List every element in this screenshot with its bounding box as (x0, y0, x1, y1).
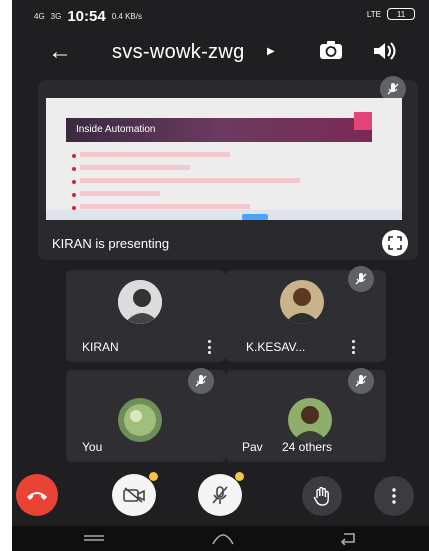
participant-name: KIRAN (82, 340, 119, 354)
avatar (288, 398, 332, 442)
phone-screen: 4G 3G 10:54 0.4 KB/s LTE 11 ← svs-wowk-z… (12, 0, 429, 551)
participant-tile[interactable]: You (66, 368, 226, 462)
avatar (280, 280, 324, 324)
avatar (118, 398, 162, 442)
slide-bullet (72, 178, 340, 187)
clock: 10:54 (67, 8, 106, 25)
more-options-icon[interactable] (208, 340, 212, 354)
slide-bullet (72, 191, 340, 200)
lte-indicator: LTE (366, 9, 381, 19)
more-options-icon[interactable] (374, 476, 414, 516)
participant-tile[interactable]: KIRAN (66, 270, 226, 362)
slide-bullet (72, 165, 340, 174)
presentation-card[interactable]: Inside Automation KIRAN is presenting (38, 76, 418, 260)
participant-name: Pav (242, 440, 263, 454)
meeting-header: ← svs-wowk-zwg ▶ (12, 34, 429, 70)
menu-icon[interactable] (82, 534, 106, 544)
slide-accent (354, 112, 372, 130)
slide-bullet (72, 152, 340, 161)
home-icon[interactable] (210, 530, 236, 546)
slide-title: Inside Automation (66, 112, 372, 142)
end-call-icon[interactable] (16, 474, 58, 516)
more-options-icon[interactable] (352, 340, 356, 354)
avatar (118, 280, 162, 324)
back-icon[interactable] (338, 531, 358, 545)
slide-title-text: Inside Automation (76, 124, 156, 135)
mic-off-icon (188, 368, 214, 394)
camera-switch-icon[interactable] (318, 39, 344, 61)
participant-tile[interactable]: Pav 24 others (226, 368, 386, 462)
mic-muted-icon[interactable] (198, 472, 244, 516)
participant-name: You (82, 440, 103, 454)
network-indicator: 4G (34, 12, 45, 21)
camera-off-icon[interactable] (112, 472, 158, 516)
caret-right-icon[interactable]: ▶ (267, 46, 275, 57)
notification-badge (149, 472, 158, 481)
call-controls (12, 470, 429, 520)
speaker-icon[interactable] (372, 40, 396, 62)
mic-off-icon (348, 266, 374, 292)
back-arrow-icon[interactable]: ← (48, 38, 72, 66)
raise-hand-icon[interactable] (302, 476, 342, 516)
speed-indicator: 0.4 KB/s (111, 12, 142, 21)
participant-name: K.KESAV... (246, 340, 306, 354)
system-nav-bar (12, 526, 429, 551)
mic-off-icon (348, 368, 374, 394)
participant-tile[interactable]: K.KESAV... (226, 266, 386, 362)
shared-slide: Inside Automation (46, 98, 402, 220)
meeting-code[interactable]: svs-wowk-zwg (112, 41, 245, 64)
presenter-label: KIRAN is presenting (52, 236, 170, 251)
status-bar: 4G 3G 10:54 0.4 KB/s LTE 11 (12, 0, 429, 32)
slide-button (242, 214, 268, 220)
others-count[interactable]: 24 others (282, 440, 332, 454)
battery-level: 11 (396, 9, 406, 19)
slide-taskbar (46, 210, 402, 220)
fullscreen-icon[interactable] (382, 230, 408, 256)
battery-icon: 11 (387, 8, 415, 20)
signal-indicator: 3G (50, 12, 62, 21)
notification-badge (235, 472, 244, 481)
